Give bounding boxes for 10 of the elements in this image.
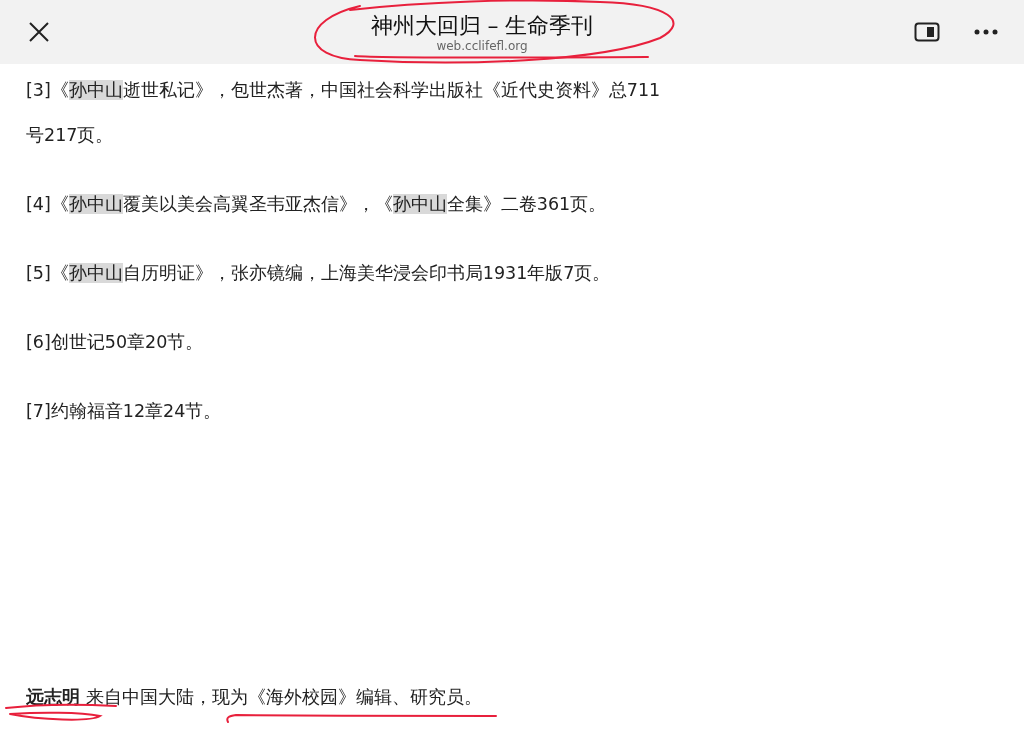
footnote: [5]《孙中山 自历明证》，张亦镜编，上海美华浸会印书局1931年版7页。 — [26, 262, 612, 285]
footnote: [6]创世记50章20节。 — [26, 331, 205, 354]
site-url: web.cclifefl.org — [436, 39, 528, 53]
close-icon — [28, 21, 50, 43]
page-title: 神州大回归 – 生命季刊 — [370, 11, 594, 40]
sidebar-icon — [914, 22, 940, 42]
footnote: [7]约翰福音12章24节。 — [26, 400, 223, 423]
footnote: [4]《孙中山覆美以美会高翼圣韦亚杰信》，《孙中山全集》二卷361页。 — [26, 193, 608, 216]
footnote: [3]《孙中山逝世私记》，包世杰著，中国社会科学出版社《近代史资料》总711号217页。 — [26, 79, 662, 147]
more-icon — [974, 29, 998, 35]
